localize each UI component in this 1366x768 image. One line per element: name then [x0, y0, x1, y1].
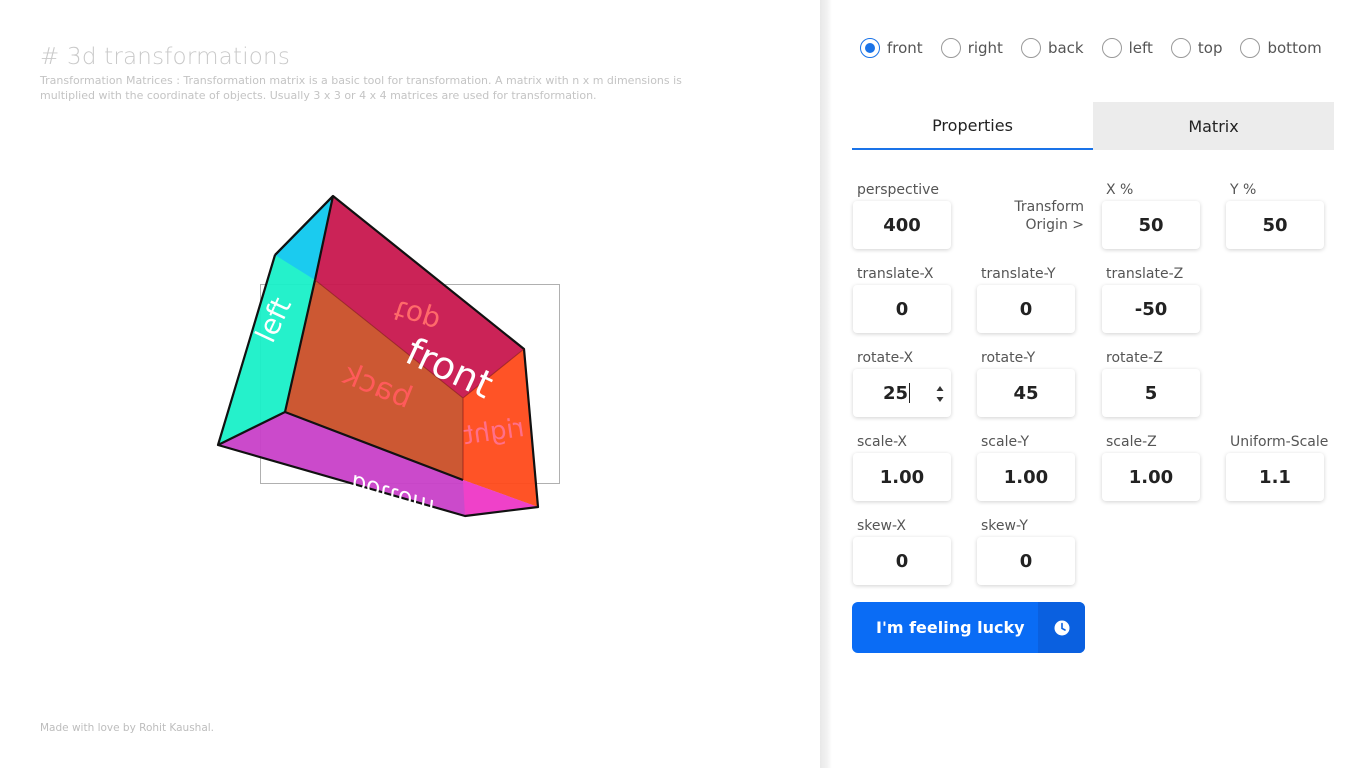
- pane-divider: [820, 0, 832, 768]
- skew-y-input[interactable]: 0: [977, 537, 1075, 585]
- preview-pane: # 3d transformations Transformation Matr…: [0, 0, 820, 768]
- transform-origin-label-line2: Origin >: [1025, 217, 1085, 233]
- rotate-z-input[interactable]: 5: [1102, 369, 1200, 417]
- tab-properties[interactable]: Properties: [852, 102, 1093, 150]
- perspective-input[interactable]: 400: [853, 201, 951, 249]
- text-caret: [909, 383, 911, 403]
- cube-scene: top front back left right bottom: [216, 194, 560, 522]
- panel-tabs: Properties Matrix: [852, 102, 1334, 150]
- transform-origin-label-line1: Transform: [1014, 199, 1084, 215]
- tab-matrix[interactable]: Matrix: [1093, 102, 1334, 150]
- radio-front-indicator[interactable]: [860, 38, 880, 58]
- spinner-arrows-icon[interactable]: [935, 383, 945, 405]
- rotate-y-label: rotate-Y: [981, 350, 1036, 366]
- footer-credit: Made with love by Rohit Kaushal.: [40, 722, 215, 734]
- radio-right[interactable]: right: [940, 38, 1003, 58]
- translate-x-label: translate-X: [857, 266, 934, 282]
- scale-z-input[interactable]: 1.00: [1102, 453, 1200, 501]
- radio-right-label: right: [967, 39, 1003, 57]
- scale-y-input[interactable]: 1.00: [977, 453, 1075, 501]
- perspective-label: perspective: [857, 182, 940, 198]
- translate-x-input[interactable]: 0: [853, 285, 951, 333]
- uniform-scale-label: Uniform-Scale: [1230, 434, 1329, 450]
- radio-front[interactable]: front: [860, 38, 923, 58]
- origin-y-label: Y %: [1230, 182, 1257, 198]
- radio-left-indicator[interactable]: [1101, 38, 1122, 58]
- scale-z-label: scale-Z: [1106, 434, 1157, 450]
- radio-top[interactable]: top: [1170, 38, 1223, 58]
- radio-bottom-indicator[interactable]: [1240, 38, 1261, 58]
- radio-front-label: front: [887, 39, 923, 57]
- uniform-scale-input[interactable]: 1.1: [1226, 453, 1324, 501]
- scale-x-label: scale-X: [857, 434, 908, 450]
- translate-y-input[interactable]: 0: [977, 285, 1075, 333]
- feeling-lucky-button[interactable]: I'm feeling lucky: [852, 602, 1085, 653]
- feeling-lucky-label: I'm feeling lucky: [876, 618, 1025, 637]
- rotate-x-label: rotate-X: [857, 350, 914, 366]
- face-selector: front right back left top bottom: [860, 38, 1340, 58]
- translate-y-label: translate-Y: [981, 266, 1056, 282]
- transform-origin-label: Transform Origin >: [984, 198, 1084, 234]
- origin-x-label: X %: [1106, 182, 1134, 198]
- radio-top-label: top: [1197, 39, 1223, 57]
- scale-y-label: scale-Y: [981, 434, 1030, 450]
- clock-icon: [1054, 620, 1069, 635]
- rotate-x-value: 25: [883, 382, 909, 404]
- radio-bottom[interactable]: bottom: [1240, 38, 1322, 58]
- radio-left[interactable]: left: [1101, 38, 1153, 58]
- skew-y-label: skew-Y: [981, 518, 1028, 534]
- skew-x-input[interactable]: 0: [853, 537, 951, 585]
- radio-bottom-label: bottom: [1267, 39, 1322, 57]
- translate-z-input[interactable]: -50: [1102, 285, 1200, 333]
- radio-back-indicator[interactable]: [1020, 38, 1041, 58]
- radio-left-label: left: [1128, 39, 1153, 57]
- rotate-z-label: rotate-Z: [1106, 350, 1163, 366]
- radio-top-indicator[interactable]: [1170, 38, 1191, 58]
- radio-back-label: back: [1047, 39, 1084, 57]
- skew-x-label: skew-X: [857, 518, 906, 534]
- radio-back[interactable]: back: [1020, 38, 1084, 58]
- radio-right-indicator[interactable]: [940, 38, 961, 58]
- scale-x-input[interactable]: 1.00: [853, 453, 951, 501]
- origin-y-input[interactable]: 50: [1226, 201, 1324, 249]
- rotate-y-input[interactable]: 45: [977, 369, 1075, 417]
- feeling-lucky-icon-area[interactable]: [1038, 602, 1085, 653]
- rotate-x-input[interactable]: 25: [853, 369, 951, 417]
- origin-x-input[interactable]: 50: [1102, 201, 1200, 249]
- translate-z-label: translate-Z: [1106, 266, 1184, 282]
